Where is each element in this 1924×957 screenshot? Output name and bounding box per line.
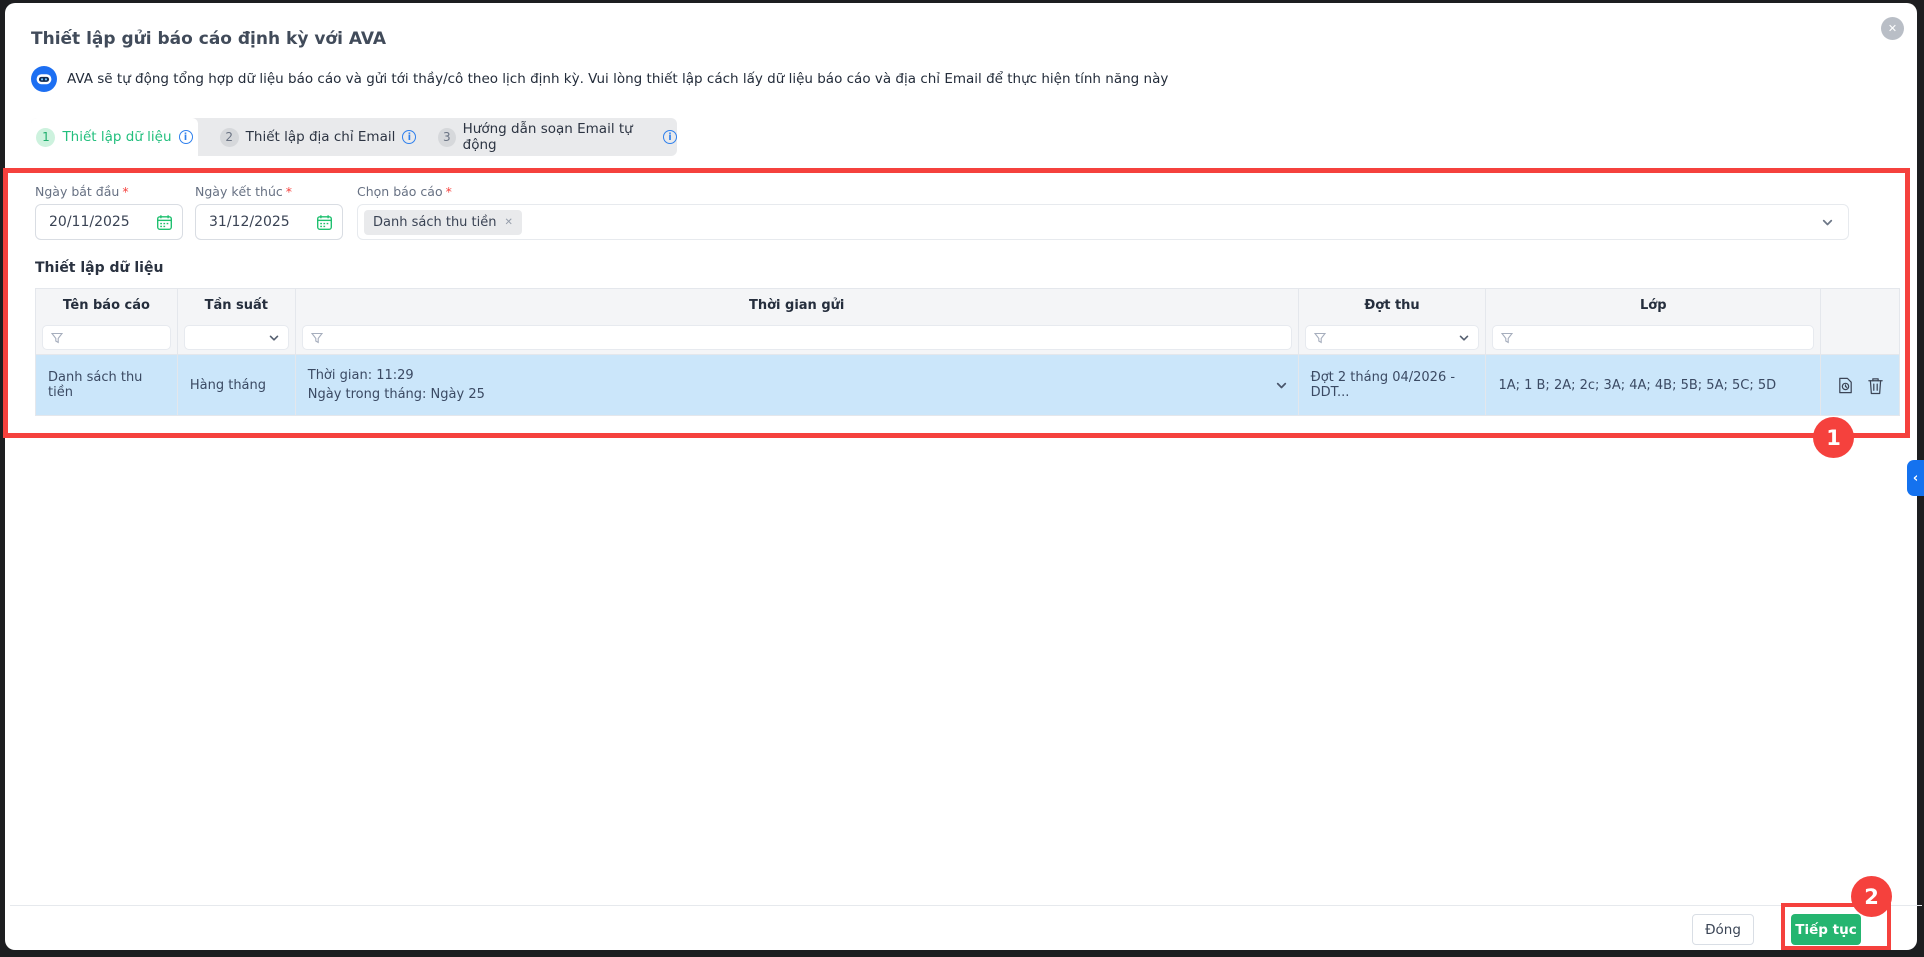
tab3-label: Hướng dẫn soạn Email tự động	[462, 121, 633, 153]
tab-data-setup[interactable]: 1 Thiết lập dữ liệu i	[31, 118, 198, 156]
ava-bot-icon	[31, 66, 57, 92]
report-select-label: Chọn báo cáo *	[357, 184, 452, 199]
chevron-down-icon[interactable]	[1821, 216, 1834, 229]
funnel-icon	[310, 332, 323, 343]
close-glyph: ✕	[1887, 22, 1898, 35]
col-header-actions	[1821, 289, 1899, 321]
cell-collection-batch: Đợt 2 tháng 04/2026 - DDT...	[1299, 355, 1487, 415]
col-header-class: Lớp	[1486, 289, 1822, 321]
calendar-icon[interactable]	[156, 214, 173, 231]
funnel-icon	[1501, 332, 1514, 343]
chevron-down-icon[interactable]	[1275, 379, 1288, 398]
table-row[interactable]: Danh sách thu tiền Hàng tháng Thời gian:…	[36, 355, 1899, 415]
cell-send-time: Thời gian: 11:29 Ngày trong tháng: Ngày …	[296, 355, 1299, 415]
start-date-label: Ngày bắt đầu *	[35, 184, 129, 199]
start-date-field	[35, 204, 183, 240]
funnel-icon	[51, 332, 63, 343]
send-time-line: Thời gian: 11:29	[307, 368, 414, 383]
close-icon[interactable]: ✕	[1881, 17, 1904, 40]
chevron-down-icon	[1460, 335, 1469, 341]
file-history-icon[interactable]	[1836, 376, 1855, 395]
annotation-badge-1: 1	[1813, 417, 1854, 458]
selected-report-tag: Danh sách thu tiền ✕	[364, 209, 522, 235]
col-header-report-name: Tên báo cáo	[36, 289, 178, 321]
chevron-down-icon	[269, 335, 279, 341]
info-icon[interactable]: i	[402, 130, 417, 144]
table-filter-row	[36, 321, 1899, 355]
required-asterisk: *	[445, 184, 452, 199]
selected-report-tag-label: Danh sách thu tiền	[373, 214, 497, 230]
start-date-input[interactable]	[47, 213, 156, 231]
required-asterisk: *	[285, 184, 292, 199]
send-day-line: Ngày trong tháng: Ngày 25	[307, 387, 485, 402]
calendar-icon[interactable]	[316, 214, 333, 231]
modal-title: Thiết lập gửi báo cáo định kỳ với AVA	[31, 29, 386, 49]
tab-email-guide[interactable]: 3 Hướng dẫn soạn Email tự động i	[438, 118, 677, 156]
continue-button[interactable]: Tiếp tục	[1791, 914, 1861, 945]
filter-frequency-select[interactable]	[183, 325, 289, 350]
end-date-input[interactable]	[207, 213, 316, 231]
info-icon[interactable]: i	[178, 130, 193, 144]
col-header-frequency: Tần suất	[178, 289, 296, 321]
table-section-title: Thiết lập dữ liệu	[35, 260, 164, 276]
tab2-label: Thiết lập địa chỉ Email	[245, 129, 396, 145]
cell-classes: 1A; 1 B; 2A; 2c; 3A; 4A; 4B; 5B; 5A; 5C;…	[1486, 355, 1822, 415]
filter-collection-batch-select[interactable]	[1304, 325, 1480, 350]
modal-description: AVA sẽ tự động tổng hợp dữ liệu báo cáo …	[67, 71, 1169, 87]
col-header-collection-batch: Đợt thu	[1299, 289, 1487, 321]
close-button[interactable]: Đóng	[1692, 914, 1754, 945]
end-date-field	[195, 204, 343, 240]
wizard-tabs: 1 Thiết lập dữ liệu i 2 Thiết lập địa ch…	[31, 118, 677, 156]
tab-email-setup[interactable]: 2 Thiết lập địa chỉ Email i	[198, 118, 438, 156]
info-icon[interactable]: i	[663, 130, 677, 144]
delete-icon[interactable]	[1867, 376, 1884, 395]
chevron-left-icon: ‹	[1912, 470, 1919, 486]
cell-actions	[1821, 355, 1899, 415]
funnel-icon	[1313, 332, 1326, 343]
footer-divider	[10, 905, 1922, 906]
col-header-send-time: Thời gian gửi	[296, 289, 1299, 321]
required-asterisk: *	[122, 184, 129, 199]
report-multiselect[interactable]: Danh sách thu tiền ✕	[357, 204, 1849, 240]
table-header-row: Tên báo cáo Tần suất Thời gian gửi Đợt t…	[36, 289, 1899, 321]
cell-report-name: Danh sách thu tiền	[36, 355, 178, 415]
cell-frequency: Hàng tháng	[178, 355, 296, 415]
end-date-label: Ngày kết thúc *	[195, 184, 292, 199]
sidebar-collapse-handle[interactable]: ‹	[1907, 460, 1924, 496]
report-schedule-modal: Thiết lập gửi báo cáo định kỳ với AVA ✕ …	[5, 3, 1922, 950]
tab1-step-number: 1	[36, 127, 56, 147]
schedule-table: Tên báo cáo Tần suất Thời gian gửi Đợt t…	[35, 288, 1900, 416]
tag-remove-icon[interactable]: ✕	[505, 217, 513, 228]
ava-description-row: AVA sẽ tự động tổng hợp dữ liệu báo cáo …	[31, 65, 1168, 93]
filter-send-time-input[interactable]	[301, 325, 1292, 350]
annotation-badge-2: 2	[1851, 876, 1892, 917]
tab3-step-number: 3	[438, 127, 456, 147]
tab2-step-number: 2	[219, 127, 239, 147]
tab1-label: Thiết lập dữ liệu	[62, 129, 172, 145]
filter-class-input[interactable]	[1492, 325, 1815, 350]
filter-report-name-input[interactable]	[42, 325, 171, 350]
